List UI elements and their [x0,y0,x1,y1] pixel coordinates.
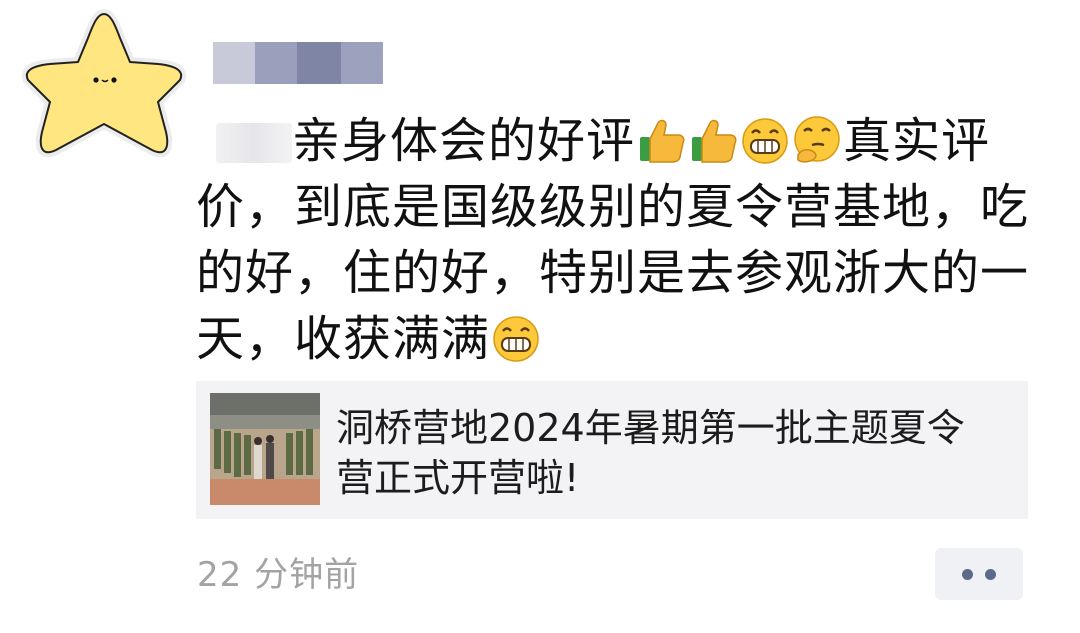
post-line: 亲身体会的好评 真实评 [196,108,1026,174]
post-text-segment: 天，收获满满 [196,311,491,367]
post-line: 的好，住的好，特别是去参观浙大的一 [196,245,1030,301]
thinking-face-icon [794,116,840,163]
avatar[interactable] [12,0,196,178]
grinning-face-icon [493,316,539,362]
thumbs-up-icon [692,119,737,163]
link-thumbnail [210,393,320,505]
more-dot-icon [962,568,973,580]
post-text: 亲身体会的好评 真实评 价，到底是国级级别的夏令营基地，吃 的好，住的好，特别是… [196,108,1030,372]
grinning-face-icon [742,118,788,164]
link-title: 洞桥营地2024年暑期第一批主题夏令营正式开营啦! [336,406,965,500]
post-line: 价，到底是国级级别的夏令营基地，吃 [196,179,1030,235]
shared-link-card[interactable]: 洞桥营地2024年暑期第一批主题夏令营正式开营啦! [196,381,1028,519]
post-text-segment: 真实评 [843,113,991,169]
post-timestamp: 22 分钟前 [197,555,360,595]
more-dot-icon [985,568,996,580]
more-actions-button[interactable] [935,548,1023,600]
moments-post: 亲身体会的好评 真实评 价，到底是国级级别的夏令营基地，吃 的好，住的好，特别是… [0,0,1080,633]
post-line: 天，收获满满 [196,306,1026,372]
username-blurred[interactable] [213,42,383,84]
star-avatar-icon [21,9,187,158]
thumbs-up-icon [640,119,685,163]
post-text-segment: 亲身体会的好评 [292,113,636,169]
